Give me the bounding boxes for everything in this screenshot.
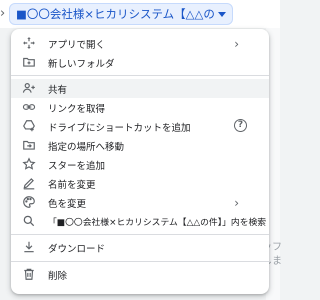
- help-icon[interactable]: ?: [234, 119, 247, 132]
- menu-item-label: リンクを取得: [48, 103, 106, 115]
- menu-item-download[interactable]: ダウンロード: [11, 238, 269, 257]
- menu-item-label: スターを追加: [48, 160, 106, 172]
- context-menu: アプリで開く › 新しいフォルダ 共有 リンクを取得 ドライブにショートカットを…: [11, 29, 269, 294]
- pencil-icon: [22, 176, 36, 190]
- menu-item-label: ドライブにショートカットを追加: [48, 122, 191, 134]
- menu-item-change-color[interactable]: 色を変更 ›: [11, 193, 269, 212]
- menu-item-label: 削除: [48, 270, 68, 282]
- menu-item-label: 新しいフォルダ: [48, 58, 115, 70]
- palette-icon: [22, 195, 36, 209]
- submenu-chevron-icon: ›: [234, 36, 239, 51]
- menu-item-label: ダウンロード: [48, 243, 106, 255]
- menu-item-add-star[interactable]: スターを追加: [11, 155, 269, 174]
- download-icon: [22, 240, 36, 254]
- menu-item-rename[interactable]: 名前を変更: [11, 174, 269, 193]
- menu-item-label: 色を変更: [48, 198, 87, 210]
- new-folder-icon: [22, 55, 36, 69]
- menu-divider: [11, 234, 269, 235]
- menu-item-remove[interactable]: 削除: [11, 265, 269, 284]
- menu-divider: [11, 261, 269, 262]
- folder-title: ■〇〇会社様×ヒカリシステム【△△の件】: [16, 7, 214, 21]
- submenu-chevron-icon: ›: [234, 195, 239, 210]
- caret-down-icon: [218, 11, 226, 17]
- link-icon: [22, 100, 36, 114]
- trash-icon: [22, 267, 36, 281]
- menu-item-share[interactable]: 共有: [11, 79, 269, 98]
- star-icon: [22, 157, 36, 171]
- move-folder-icon: [22, 138, 36, 152]
- menu-item-new-folder[interactable]: 新しいフォルダ: [11, 53, 269, 72]
- menu-divider: [11, 75, 269, 76]
- menu-item-search-within[interactable]: 「■〇〇会社様×ヒカリシステム【△△の件】」内を検索: [11, 212, 269, 231]
- menu-item-label: 名前を変更: [48, 179, 96, 191]
- menu-item-add-shortcut[interactable]: ドライブにショートカットを追加 ?: [11, 117, 269, 136]
- drive-shortcut-icon: [22, 119, 36, 133]
- menu-item-label: アプリで開く: [48, 39, 106, 51]
- search-icon: [22, 214, 36, 228]
- menu-item-move-to[interactable]: 指定の場所へ移動: [11, 136, 269, 155]
- move-arrows-icon: [22, 36, 36, 50]
- menu-item-label: 共有: [48, 84, 68, 96]
- menu-item-label: 指定の場所へ移動: [48, 141, 125, 153]
- menu-item-open-with[interactable]: アプリで開く ›: [11, 34, 269, 53]
- person-add-icon: [22, 81, 36, 95]
- breadcrumb-bar: › ■〇〇会社様×ヒカリシステム【△△の件】: [0, 0, 280, 28]
- folder-title-chip[interactable]: ■〇〇会社様×ヒカリシステム【△△の件】: [9, 3, 233, 25]
- menu-item-get-link[interactable]: リンクを取得: [11, 98, 269, 117]
- menu-item-label: 「■〇〇会社様×ヒカリシステム【△△の件】」内を検索: [48, 218, 267, 228]
